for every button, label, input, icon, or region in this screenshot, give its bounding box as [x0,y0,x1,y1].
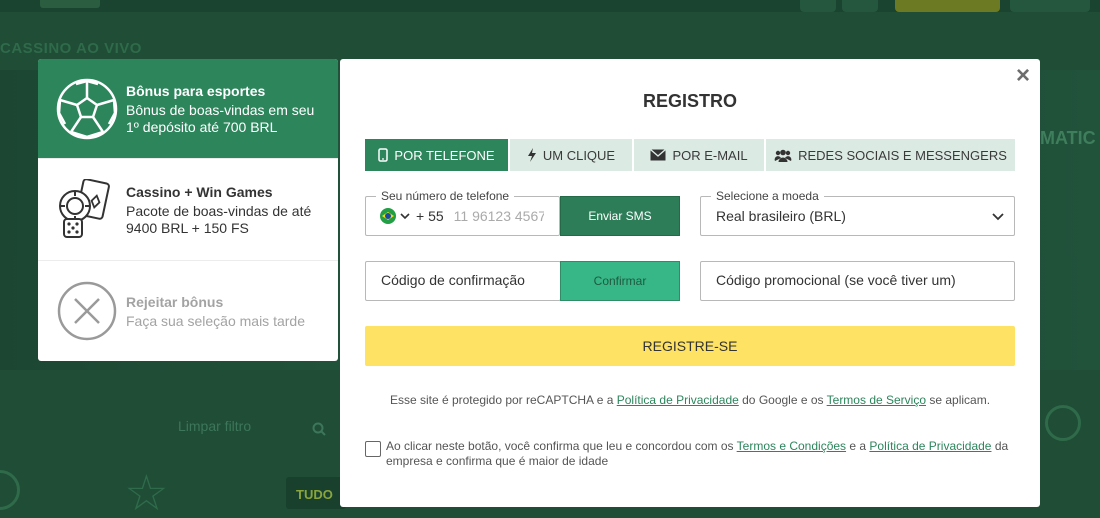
clear-filter-link: Limpar filtro [178,418,252,434]
confirm-button[interactable]: Confirmar [560,261,680,301]
header-button [800,0,836,12]
bg-label: MATIC [1040,128,1096,148]
reject-icon [56,280,118,342]
bonus-option-sports[interactable]: Bônus para esportes Bônus de boas-vindas… [38,59,338,159]
soccer-ball-icon [56,78,118,140]
bonus-option-reject[interactable]: Rejeitar bônus Faça sua seleção mais tar… [38,261,338,361]
promo-code-field [700,261,1015,301]
site-logo [40,0,100,8]
bonus-description: Pacote de boas-vindas de até 9400 BRL + … [126,202,312,236]
register-button[interactable]: REGISTRE-SE [365,326,1015,366]
star-icon: ☆ [124,465,169,518]
header-login-button [895,0,1000,12]
bonus-title: Cassino + Win Games [126,183,273,200]
header-button [842,0,878,12]
chevron-down-icon[interactable] [400,212,410,220]
close-icon[interactable]: × [1012,64,1034,88]
recaptcha-text: do Google e os [738,393,827,407]
currency-select[interactable]: Selecione a moeda Real brasileiro (BRL) [700,189,1015,236]
currency-field-label: Selecione a moeda [711,189,824,203]
envelope-icon [650,149,667,161]
recaptcha-notice: Esse site é protegido por reCAPTCHA e a … [340,393,1040,407]
tab-by-phone[interactable]: POR TELEFONE [365,139,510,171]
registration-modal: × REGISTRO POR TELEFONE UM CLIQUE POR E-… [340,59,1040,507]
confirmation-code-input[interactable] [381,272,551,288]
decor-circle [1045,405,1081,441]
recaptcha-text: se aplicam. [926,393,991,407]
phone-field: Seu número de telefone + 55 [365,189,560,236]
phone-input[interactable] [453,208,544,224]
consent-checkbox[interactable] [365,441,381,457]
consent-text-part: Ao clicar neste botão, você confirma que… [386,439,737,453]
tab-label: REDES SOCIAIS E MESSENGERS [798,147,1007,163]
search-icon [312,422,326,439]
terms-conditions-link[interactable]: Termos e Condições [737,439,846,453]
lightning-icon [527,148,537,162]
users-icon [774,149,792,162]
all-games-tab: TUDO [286,477,346,509]
privacy-policy-link[interactable]: Política de Privacidade [869,439,991,453]
bonus-option-casino[interactable]: Cassino + Win Games Pacote de boas-vinda… [38,159,338,261]
privacy-policy-link[interactable]: Política de Privacidade [617,393,739,407]
terms-of-service-link[interactable]: Termos de Serviço [827,393,926,407]
bonus-description: Faça sua seleção mais tarde [126,312,305,329]
bonus-panel: Bônus para esportes Bônus de boas-vindas… [38,59,338,361]
consent-text: Ao clicar neste botão, você confirma que… [386,439,1015,469]
phone-icon [378,148,389,162]
recaptcha-text: Esse site é protegido por reCAPTCHA e a [389,393,617,407]
bonus-title: Bônus para esportes [126,82,266,99]
casino-chips-icon [56,177,118,241]
tab-label: POR TELEFONE [394,147,495,163]
tab-by-email[interactable]: POR E-MAIL [634,139,766,171]
confirmation-code-field [365,261,561,301]
chevron-down-icon [992,211,1004,221]
currency-value: Real brasileiro (BRL) [716,208,846,224]
decor-circle [0,470,20,510]
tab-label: UM CLIQUE [542,147,616,163]
consent-row: Ao clicar neste botão, você confirma que… [365,439,1015,469]
site-header [0,0,1100,12]
bonus-title: Rejeitar bônus [126,293,224,310]
nav-section-label: CASSINO AO VIVO [0,40,142,57]
send-sms-button[interactable]: Enviar SMS [560,196,680,236]
brazil-flag-icon[interactable] [380,208,396,224]
tab-one-click[interactable]: UM CLIQUE [510,139,634,171]
header-button [1010,0,1090,12]
phone-field-label: Seu número de telefone [376,189,515,203]
promo-code-input[interactable] [716,272,1006,288]
bonus-description: Bônus de boas-vindas em seu 1º depósito … [126,101,315,135]
registration-tabs: POR TELEFONE UM CLIQUE POR E-MAIL REDES … [365,139,1015,171]
tab-social-messengers[interactable]: REDES SOCIAIS E MESSENGERS [766,139,1015,171]
country-code: + 55 [416,208,444,224]
tab-label: POR E-MAIL [672,147,748,163]
consent-text-part: e a [846,439,870,453]
modal-title: REGISTRO [642,91,737,111]
